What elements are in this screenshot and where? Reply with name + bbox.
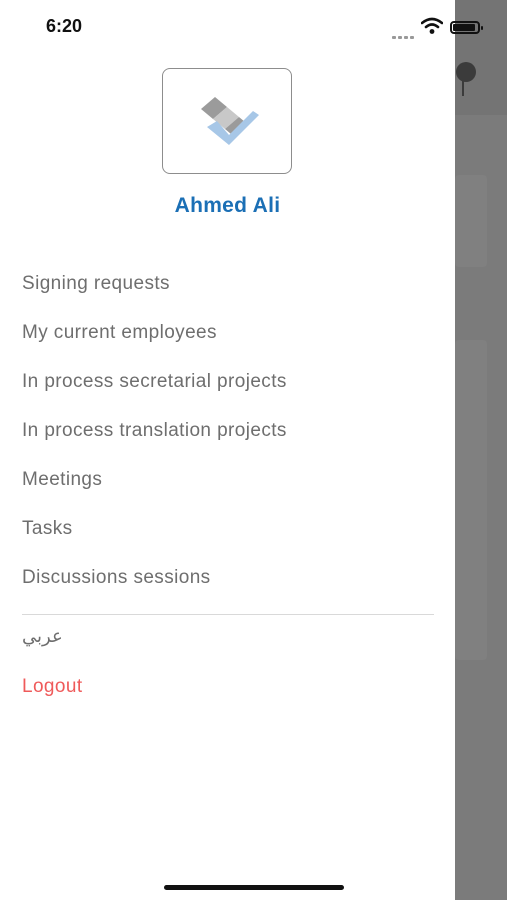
logout-button[interactable]: Logout	[22, 676, 83, 698]
status-icons	[392, 17, 492, 39]
language-toggle[interactable]: عربي	[22, 626, 63, 647]
background-card	[455, 175, 487, 267]
side-drawer: Ahmed Ali Signing requests My current em…	[0, 0, 455, 900]
battery-icon	[450, 21, 483, 34]
menu-item-current-employees[interactable]: My current employees	[22, 319, 442, 368]
menu-item-discussions-sessions[interactable]: Discussions sessions	[22, 564, 442, 613]
home-indicator[interactable]	[164, 885, 344, 890]
menu-item-secretarial-projects[interactable]: In process secretarial projects	[22, 368, 442, 417]
wifi-icon	[421, 17, 443, 34]
status-bar: 6:20	[0, 0, 507, 52]
user-name: Ahmed Ali	[174, 194, 281, 217]
menu-item-translation-projects[interactable]: In process translation projects	[22, 417, 442, 466]
company-logo	[162, 68, 292, 174]
background-card	[455, 340, 487, 660]
menu-item-tasks[interactable]: Tasks	[22, 515, 442, 564]
menu-item-signing-requests[interactable]: Signing requests	[22, 270, 442, 319]
drawer-menu: Signing requests My current employees In…	[22, 270, 442, 613]
company-logo-icon	[201, 97, 259, 145]
menu-item-meetings[interactable]: Meetings	[22, 466, 442, 515]
background-icon-stem	[462, 80, 464, 96]
signal-icon	[392, 26, 416, 39]
background-icon	[456, 62, 476, 82]
status-time: 6:20	[46, 16, 83, 36]
menu-divider	[22, 614, 434, 615]
